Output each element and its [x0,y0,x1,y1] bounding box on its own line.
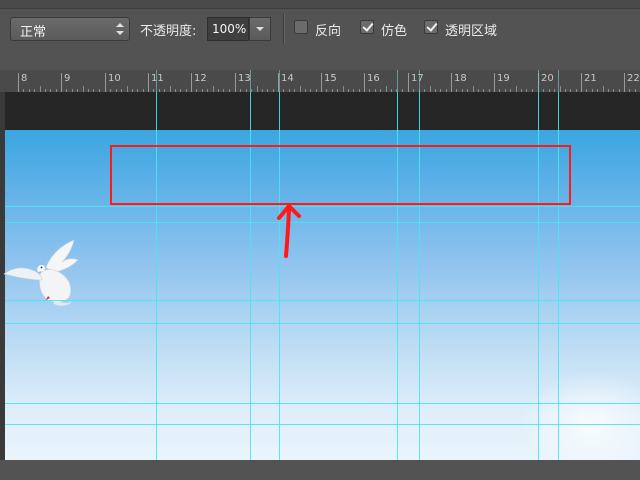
opacity-dropdown-button[interactable] [249,17,271,41]
ruler-label: 15 [324,73,337,84]
options-bar: 正常 不透明度: 100% 反向 仿色 透明区域 [0,0,640,58]
ruler-guide-marker [250,70,251,92]
horizontal-ruler[interactable]: 8 9 10 11 12 13 14 15 16 17 18 19 20 21 22 [0,70,640,93]
ruler-label: 10 [108,73,121,84]
ruler-major-tick [364,73,365,92]
horizontal-guide[interactable] [5,206,640,207]
ruler-label: 18 [454,73,467,84]
horizontal-guide[interactable] [5,424,640,425]
ruler-label: 22 [627,73,640,84]
ruler-label: 14 [281,73,294,84]
ruler-label: 8 [21,73,28,84]
horizontal-guide[interactable] [5,300,640,301]
ruler-major-tick [624,73,625,92]
bottom-bar [0,460,640,480]
canvas-dark-band [5,92,640,130]
reverse-checkbox[interactable] [294,20,308,34]
blend-mode-value: 正常 [20,25,47,40]
options-separator [283,14,285,44]
ruler-guide-marker [279,70,280,92]
ruler-major-tick [408,73,409,92]
ruler-major-tick [451,73,452,92]
ruler-major-tick [105,73,106,92]
transparency-label: 透明区域 [445,24,498,39]
ruler-label: 13 [238,73,251,84]
ruler-label: 16 [367,73,380,84]
ruler-major-tick [581,73,582,92]
horizontal-guide[interactable] [5,323,640,324]
ruler-label: 20 [541,73,554,84]
ruler-label: 9 [64,73,71,84]
dither-checkbox[interactable] [360,20,374,34]
ruler-major-tick [235,73,236,92]
ruler-guide-marker [538,70,539,92]
blend-mode-select[interactable]: 正常 [10,17,130,41]
transparency-checkbox[interactable] [424,20,438,34]
horizontal-guide[interactable] [5,222,640,223]
ruler-guide-marker [397,70,398,92]
dither-label: 仿色 [381,24,408,39]
dove-image [3,239,79,306]
ruler-major-tick [18,73,19,92]
ruler-label: 17 [411,73,424,84]
ruler-label: 19 [497,73,510,84]
ruler-guide-marker [558,70,559,92]
ruler-major-tick [494,73,495,92]
options-bar-top-strip [0,0,640,9]
ruler-label: 21 [584,73,597,84]
ruler-guide-marker [156,70,157,92]
ruler-major-tick [148,73,149,92]
ruler-major-tick [191,73,192,92]
opacity-label: 不透明度: [140,24,197,39]
red-highlight-box [110,145,571,205]
ruler-guide-marker [419,70,420,92]
ruler-label: 11 [151,73,164,84]
horizontal-guide[interactable] [5,403,640,404]
select-arrows-icon [116,20,124,38]
red-arrow-icon [277,204,301,258]
ruler-label: 12 [194,73,207,84]
opacity-input[interactable]: 100% [207,17,249,41]
ruler-major-tick [321,73,322,92]
ruler-major-tick [61,73,62,92]
reverse-label: 反向 [315,24,342,39]
